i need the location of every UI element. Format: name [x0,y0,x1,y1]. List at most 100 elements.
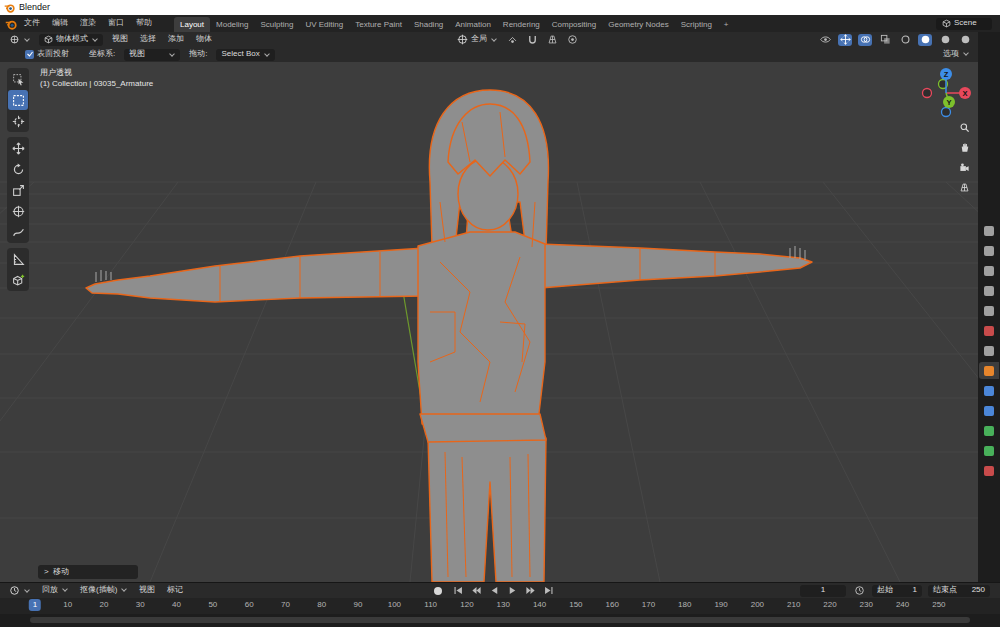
add-workspace-button[interactable]: + [718,17,735,32]
tool-button[interactable] [8,201,28,221]
camera-view-button[interactable] [955,158,973,176]
workspace-tab[interactable]: Sculpting [255,17,300,32]
record-button[interactable] [431,585,445,597]
workspace-tab[interactable]: Geometry Nodes [602,17,674,32]
timeline-ruler[interactable]: 1020304050607080901001101201301401501601… [0,598,1000,614]
menu-item[interactable]: 帮助 [130,18,158,28]
scrollbar[interactable] [30,617,970,623]
jump-end-button[interactable] [541,585,555,597]
perspective-toggle-button[interactable] [955,178,973,196]
wireframe-shading-button[interactable] [898,34,912,46]
tool-button[interactable] [8,180,28,200]
navigation-gizmo[interactable]: XYZ [918,65,974,121]
header-menu[interactable]: 视图 [109,34,131,44]
tool-button[interactable] [8,159,28,179]
tool-button[interactable] [8,90,28,110]
properties-tab[interactable] [979,342,999,359]
properties-tab[interactable] [979,442,999,459]
workspace-tab[interactable]: Rendering [497,17,546,32]
material-shading-button[interactable] [938,34,952,46]
properties-tab[interactable] [979,262,999,279]
workspace-tab[interactable]: Scripting [675,17,718,32]
start-frame-field[interactable]: 起始1 [872,585,922,597]
orientation-dropdown[interactable]: 全局 [454,34,500,45]
tool-button[interactable] [8,69,28,89]
tool-button[interactable] [8,111,28,131]
properties-tab[interactable] [979,402,999,419]
pivot-button[interactable] [506,34,520,46]
timeline-menu[interactable]: 回放 [39,585,71,595]
menu-item[interactable]: 编辑 [46,18,74,28]
properties-tab[interactable] [979,302,999,319]
workspace-tab[interactable]: Texture Paint [349,17,408,32]
scene-field[interactable]: Scene [936,18,992,30]
tool-button[interactable] [8,249,28,269]
previous-keyframe-button[interactable] [469,585,483,597]
menu-item[interactable]: 文件 [18,18,46,28]
gizmo-axis-knob[interactable] [959,87,971,99]
3d-viewport[interactable]: 用户透视(1) Collection | 03035_ArmatureXYZ>移… [0,62,978,582]
workspace-tab[interactable]: Shading [408,17,449,32]
properties-tab[interactable] [979,422,999,439]
timeline-menu-label: 抠像(插帧) [80,585,117,595]
gizmo-axis-knob[interactable] [943,96,955,108]
options-dropdown[interactable]: 选项 [940,49,972,59]
next-keyframe-button[interactable] [523,585,537,597]
overlay-button[interactable] [858,34,872,46]
last-operator-panel[interactable]: >移动 [38,565,138,579]
preview-range-button[interactable] [852,585,866,597]
properties-tab[interactable] [979,382,999,399]
gizmo-toggle-button[interactable] [838,34,852,46]
jump-start-button[interactable] [451,585,465,597]
header-menu[interactable]: 添加 [165,34,187,44]
current-frame-field[interactable]: 1 [800,585,846,597]
gizmo-negative-axis[interactable] [923,89,932,98]
end-frame-field[interactable]: 结束点250 [928,585,990,597]
xray-button[interactable] [878,34,892,46]
blender-menu-button[interactable] [4,18,18,30]
properties-tab[interactable] [979,362,999,379]
transform-orientation-dropdown[interactable]: 视图 [124,49,180,61]
timeline-menu[interactable]: 标记 [164,585,186,595]
properties-tab[interactable] [979,242,999,259]
menu-item[interactable]: 窗口 [102,18,130,28]
visibility-button[interactable] [818,34,832,46]
editor-type-button[interactable] [6,34,33,45]
tool-button[interactable] [8,138,28,158]
timeline-menu[interactable]: 视图 [136,585,158,595]
gizmo-negative-axis[interactable] [942,108,951,117]
mode-dropdown[interactable]: 物体模式 [39,34,103,46]
playhead[interactable]: 1 [29,599,41,611]
surface-project-toggle[interactable]: 表面投射 [22,49,72,59]
solid-shading-button[interactable] [918,34,932,46]
proportional-edit-button[interactable] [566,34,580,46]
properties-tab[interactable] [979,322,999,339]
menu-item[interactable]: 渲染 [74,18,102,28]
timeline-editor-button[interactable] [6,585,33,596]
viewport-area: 物体模式视图选择添加物体全局 表面投射坐标系:视图拖动:Select Box选项 [0,32,978,582]
play-reverse-button[interactable] [487,585,501,597]
workspace-tab[interactable]: Modeling [210,17,254,32]
workspace-tab[interactable]: Compositing [546,17,602,32]
snap-target-button[interactable] [546,34,560,46]
timeline-menu[interactable]: 抠像(插帧) [77,585,130,595]
gizmo-axis-knob[interactable] [940,68,952,80]
header-menu[interactable]: 选择 [137,34,159,44]
drag-dropdown[interactable]: Select Box [216,49,274,61]
workspace-tab[interactable]: Animation [449,17,497,32]
character-mesh[interactable] [86,90,812,582]
workspace-tab[interactable]: UV Editing [299,17,349,32]
properties-tab[interactable] [979,282,999,299]
snap-button[interactable] [526,34,540,46]
pan-button[interactable] [955,138,973,156]
header-menu[interactable]: 物体 [193,34,215,44]
zoom-button[interactable] [955,118,973,136]
tool-button[interactable] [8,222,28,242]
workspace-tab[interactable]: Layout [174,17,210,32]
rendered-shading-button[interactable] [958,34,972,46]
properties-tab[interactable] [979,222,999,239]
play-button[interactable] [505,585,519,597]
surface-project-checkbox[interactable] [25,50,34,59]
tool-button[interactable] [8,270,28,290]
properties-tab[interactable] [979,462,999,479]
